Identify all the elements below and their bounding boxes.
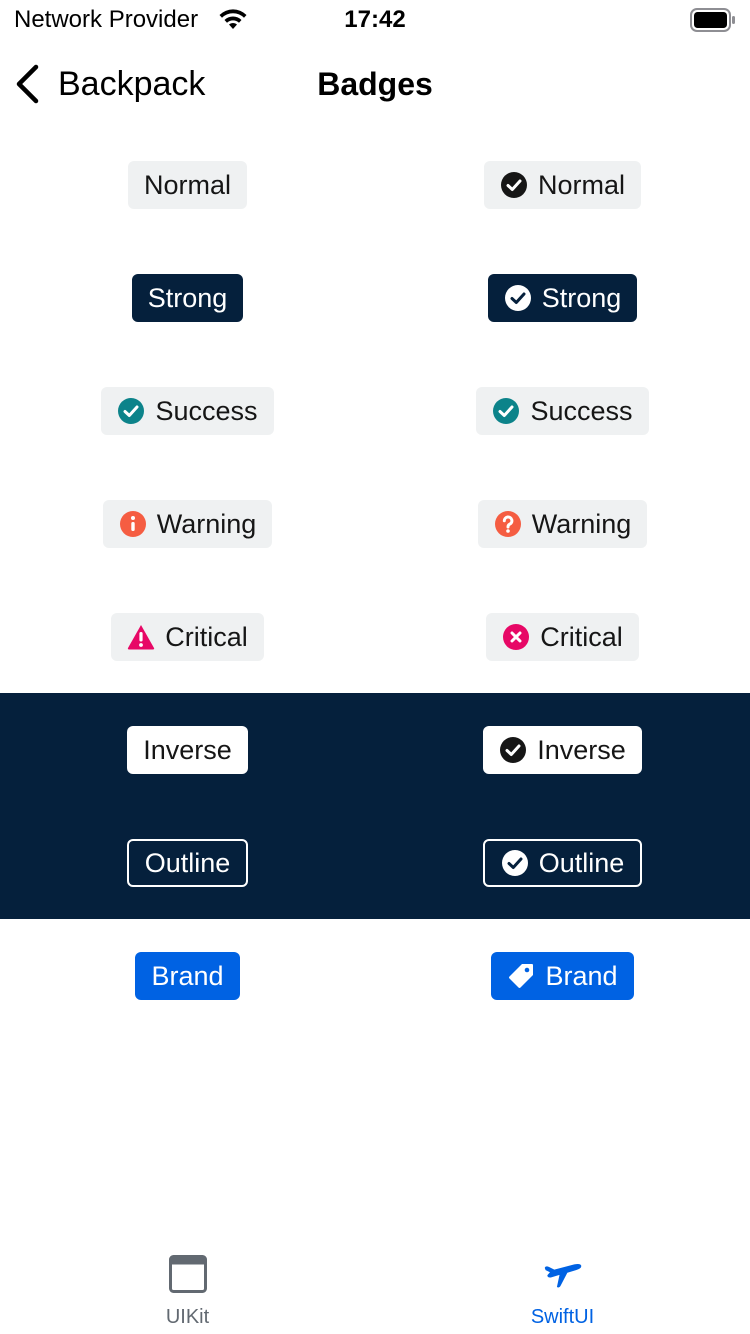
- price-tag-icon: [507, 962, 535, 990]
- badge-row-critical: Critical Critical: [0, 612, 750, 662]
- badge-outline-with-icon: Outline: [482, 839, 643, 887]
- badge-label: Normal: [537, 169, 625, 200]
- tab-uikit[interactable]: UIKit: [0, 1236, 375, 1334]
- airplane-icon: [543, 1254, 583, 1294]
- window-icon: [168, 1254, 208, 1294]
- badge-row-strong: Strong Strong: [0, 273, 750, 323]
- tab-uikit-label: UIKit: [165, 1306, 210, 1328]
- badge-label: Outline: [144, 847, 231, 878]
- exclamation-triangle-icon: [127, 623, 155, 651]
- badge-label: Critical: [540, 621, 623, 652]
- badge-label: Normal: [143, 169, 231, 200]
- battery-full-icon: [690, 8, 736, 32]
- badge-label: Outline: [538, 847, 625, 878]
- tick-circle-icon: [504, 284, 532, 312]
- tab-bar: UIKit SwiftUI: [0, 1236, 750, 1334]
- badge-brand: Brand: [135, 952, 240, 1000]
- badge-label: Success: [155, 395, 258, 426]
- badge-label: Strong: [147, 282, 228, 313]
- information-circle-icon: [119, 510, 147, 538]
- tab-swiftui-label: SwiftUI: [530, 1306, 595, 1328]
- badge-strong: Strong: [131, 274, 244, 322]
- badge-warning: Warning: [102, 500, 273, 548]
- badge-row-inverse: Inverse Inverse: [0, 725, 750, 775]
- badge-inverse: Inverse: [127, 726, 248, 774]
- badge-warning-with-icon: Warning: [477, 500, 648, 548]
- badge-success: Success: [101, 387, 274, 435]
- badge-label: Warning: [531, 508, 632, 539]
- badge-label: Brand: [151, 960, 224, 991]
- badge-row-brand: Brand Brand: [0, 951, 750, 1001]
- badge-normal: Normal: [127, 161, 247, 209]
- badge-critical-with-icon: Critical: [486, 613, 639, 661]
- tick-circle-icon: [499, 736, 527, 764]
- page-title: Badges: [317, 66, 433, 102]
- help-circle-icon: [494, 510, 522, 538]
- tick-circle-icon: [117, 397, 145, 425]
- badge-row-normal: Normal Normal: [0, 160, 750, 210]
- tick-circle-icon: [501, 849, 529, 877]
- badge-label: Brand: [545, 960, 618, 991]
- badge-outline: Outline: [126, 839, 249, 887]
- navigation-bar: Backpack Badges: [0, 44, 750, 124]
- close-circle-icon: [502, 623, 530, 651]
- badges-screen: Network Provider 17:42 Backpack Badges N…: [0, 0, 750, 1334]
- badge-row-outline: Outline Outline: [0, 838, 750, 888]
- badge-label: Inverse: [537, 734, 626, 765]
- badge-row-success: Success Success: [0, 386, 750, 436]
- badge-inverse-with-icon: Inverse: [483, 726, 642, 774]
- badge-critical: Critical: [111, 613, 264, 661]
- badge-brand-with-icon: Brand: [491, 952, 634, 1000]
- tab-swiftui[interactable]: SwiftUI: [375, 1236, 750, 1334]
- status-bar: Network Provider 17:42: [0, 0, 750, 40]
- badge-label: Warning: [156, 508, 257, 539]
- badge-label: Inverse: [143, 734, 232, 765]
- tick-circle-icon: [500, 171, 528, 199]
- badge-label: Strong: [541, 282, 622, 313]
- badge-success-with-icon: Success: [476, 387, 649, 435]
- badge-normal-with-icon: Normal: [483, 161, 641, 209]
- status-time: 17:42: [344, 6, 406, 33]
- badge-row-warning: Warning Warning: [0, 499, 750, 549]
- tick-circle-icon: [492, 397, 520, 425]
- badge-label: Success: [530, 395, 633, 426]
- badge-strong-with-icon: Strong: [487, 274, 638, 322]
- badge-label: Critical: [165, 621, 248, 652]
